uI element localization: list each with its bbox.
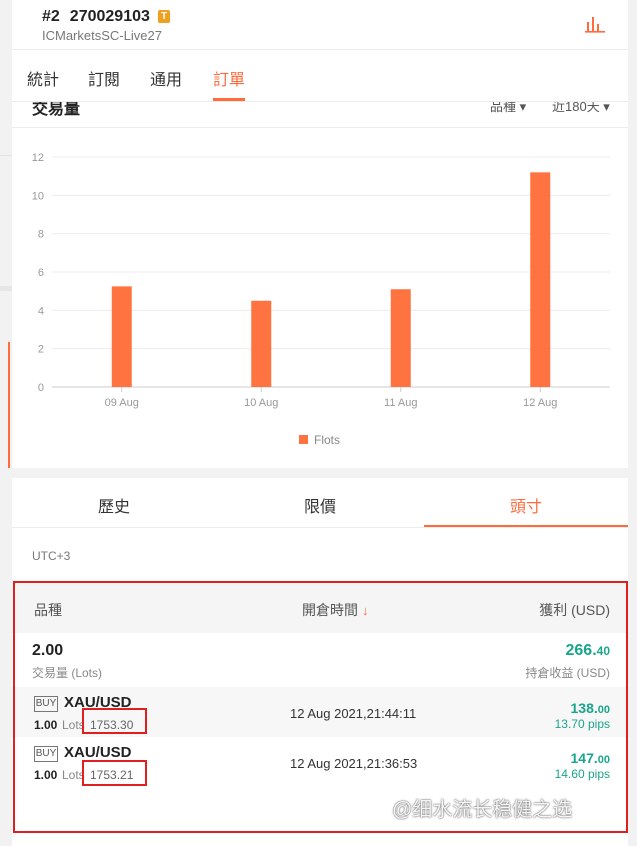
x-tick-label: 09 Aug <box>105 397 139 409</box>
y-tick-label: 8 <box>38 229 44 241</box>
tab-stats[interactable]: 統計 <box>27 66 59 90</box>
left-divider <box>0 155 12 156</box>
bar <box>530 172 551 387</box>
y-tick-label: 10 <box>32 190 44 202</box>
period-dropdown[interactable]: 近180天 ▾ <box>552 102 610 115</box>
summary-row: 2.00 交易量 (Lots) 266.40 持倉收益 (USD) <box>12 633 628 687</box>
tab-subscribe[interactable]: 訂閱 <box>88 66 120 90</box>
total-volume: 2.00 <box>32 642 64 659</box>
order-subtabs: 歷史 限價 頭寸 <box>12 478 628 528</box>
main-tabs: 統計 訂閱 通用 訂單 <box>12 50 628 102</box>
main-panel: #2 270029103 T ICMarketsSC-Live27 統計 訂閱 通… <box>12 0 628 846</box>
table-row[interactable]: BUY XAU/USD 1.00 Lots 1753.21 12 Aug 202… <box>12 737 628 787</box>
row-symbol: XAU/USD <box>64 694 132 711</box>
total-profit-dec: 40 <box>596 644 610 658</box>
left-background <box>0 0 12 846</box>
section-separator <box>12 468 628 478</box>
account-type-badge: T <box>158 10 170 23</box>
bar <box>111 286 132 387</box>
right-background <box>628 0 637 846</box>
row-pips: 14.60 pips <box>554 767 610 781</box>
volume-section-header: 交易量 品種 ▾ 近180天 ▾ <box>12 102 628 128</box>
row-lots: 1.00 <box>34 718 58 732</box>
col-time-header[interactable]: 開倉時間 ↓ <box>302 600 369 620</box>
account-header: #2 270029103 T ICMarketsSC-Live27 <box>12 0 628 50</box>
row-open-price: 1753.21 <box>90 768 134 782</box>
x-tick-label: 11 Aug <box>384 397 417 409</box>
bar-chart-icon[interactable] <box>584 14 606 34</box>
row-lots-label: Lots <box>62 718 85 732</box>
x-tick-label: 12 Aug <box>523 397 557 409</box>
row-open-time: 12 Aug 2021,21:44:11 <box>290 706 417 721</box>
left-accent-bar <box>8 342 10 468</box>
side-badge: BUY <box>34 746 58 762</box>
volume-title: 交易量 <box>32 102 81 118</box>
sort-down-icon: ↓ <box>362 603 369 618</box>
table-header: 品種 開倉時間 ↓ 獲利 (USD) <box>12 583 628 633</box>
tab-active-indicator <box>213 98 245 101</box>
account-title: #2 270029103 <box>42 8 150 26</box>
y-tick-label: 0 <box>38 382 44 394</box>
subtab-positions[interactable]: 頭寸 <box>426 493 626 517</box>
tab-general[interactable]: 通用 <box>150 66 182 90</box>
y-tick-label: 2 <box>38 344 44 356</box>
row-symbol: XAU/USD <box>64 744 132 761</box>
row-profit: 147.00 <box>571 750 611 766</box>
subtab-active-indicator <box>424 525 628 527</box>
x-tick-label: 10 Aug <box>244 397 278 409</box>
row-profit: 138.00 <box>571 700 611 716</box>
table-row[interactable]: BUY XAU/USD 1.00 Lots 1753.30 12 Aug 202… <box>12 687 628 737</box>
row-lots: 1.00 <box>34 768 58 782</box>
server-name: ICMarketsSC-Live27 <box>42 28 162 43</box>
account-index: #2 <box>42 8 60 25</box>
row-open-price: 1753.30 <box>90 718 134 732</box>
col-profit-header: 獲利 (USD) <box>539 602 610 618</box>
y-tick-label: 6 <box>38 267 44 279</box>
legend-swatch <box>299 435 308 444</box>
row-pips: 13.70 pips <box>554 717 610 731</box>
row-profit-dec: 00 <box>597 754 610 766</box>
y-tick-label: 4 <box>38 305 44 317</box>
account-number: 270029103 <box>69 8 150 25</box>
subtab-limit[interactable]: 限價 <box>220 493 420 517</box>
total-volume-label: 交易量 (Lots) <box>32 666 103 680</box>
watermark-text: @细水流长稳健之选 <box>392 799 573 821</box>
left-divider-thick <box>0 286 12 291</box>
col-time-label: 開倉時間 <box>302 602 358 618</box>
total-profit-label: 持倉收益 (USD) <box>525 666 610 680</box>
bar <box>390 289 411 387</box>
row-lots-label: Lots <box>62 768 85 782</box>
total-profit-int: 266. <box>565 642 597 659</box>
symbol-dropdown[interactable]: 品種 ▾ <box>490 102 526 115</box>
row-profit-dec: 00 <box>597 704 610 716</box>
row-profit-int: 138. <box>570 700 598 716</box>
total-profit: 266.40 <box>566 642 611 660</box>
col-symbol-header: 品種 <box>34 602 62 618</box>
tab-orders[interactable]: 訂單 <box>213 66 245 90</box>
row-open-time: 12 Aug 2021,21:36:53 <box>290 756 418 771</box>
volume-bar-chart: 0 2 4 6 8 10 12 09 Aug 10 Aug 11 Aug 12 Aug Flots <box>32 152 610 447</box>
bar <box>251 300 272 387</box>
legend-label: Flots <box>314 433 340 447</box>
subtab-history[interactable]: 歷史 <box>14 493 214 517</box>
y-tick-label: 12 <box>32 152 44 164</box>
side-badge: BUY <box>34 696 58 712</box>
timezone-label: UTC+3 <box>32 549 71 563</box>
row-profit-int: 147. <box>570 750 598 766</box>
